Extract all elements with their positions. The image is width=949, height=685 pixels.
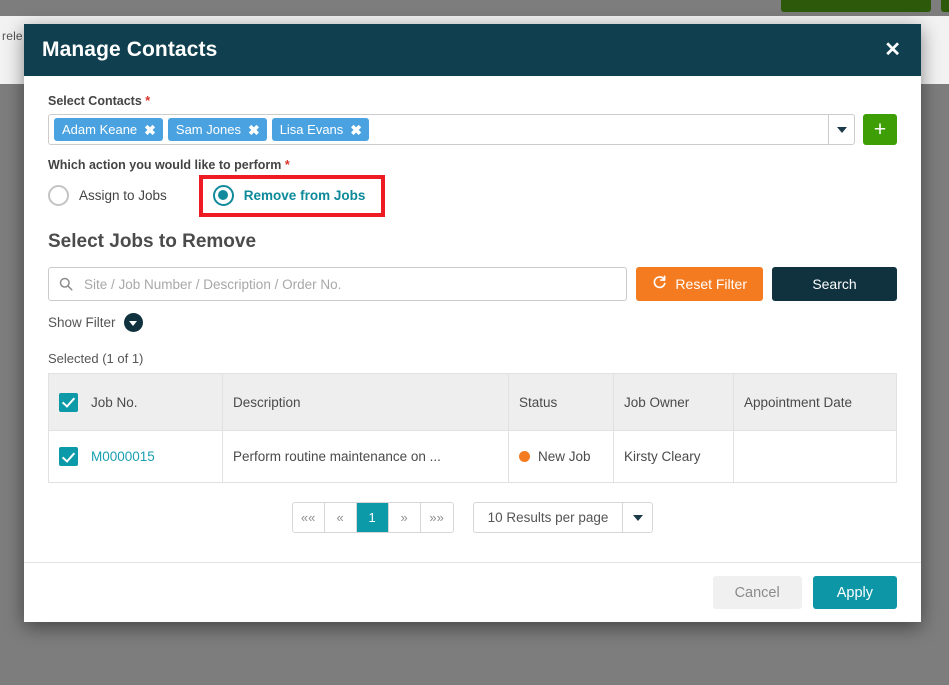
status-dot-icon: [519, 451, 530, 462]
column-description: Description: [222, 373, 509, 431]
jobs-table-body: M0000015 Perform routine maintenance on …: [48, 430, 897, 483]
action-radio-group: Assign to Jobs Remove from Jobs: [48, 175, 897, 217]
show-filter-toggle[interactable]: Show Filter: [48, 313, 143, 332]
column-job-no-label: Job No.: [91, 394, 138, 410]
background-green-button-secondary: [941, 0, 949, 12]
contact-tag[interactable]: Sam Jones ✖: [167, 118, 267, 141]
cell-description: Perform routine maintenance on ...: [222, 430, 509, 483]
jobs-table-header: Job No. Description Status Job Owner App…: [48, 373, 897, 431]
background-green-button: [781, 0, 931, 12]
column-appointment-date: Appointment Date: [733, 373, 897, 431]
table-row[interactable]: M0000015 Perform routine maintenance on …: [48, 430, 897, 483]
contact-tag-label: Adam Keane: [62, 122, 138, 137]
radio-checked-icon: [212, 184, 234, 206]
show-filter-label: Show Filter: [48, 315, 116, 330]
table-header-row: Job No. Description Status Job Owner App…: [48, 373, 897, 431]
results-per-page-label: 10 Results per page: [487, 510, 609, 525]
remove-contact-icon[interactable]: ✖: [144, 123, 156, 137]
select-contacts-row: Adam Keane ✖ Sam Jones ✖ Lisa Evans ✖ +: [48, 114, 897, 145]
jobs-search-field[interactable]: [48, 267, 628, 301]
status-badge: New Job: [538, 449, 591, 464]
required-asterisk: *: [145, 94, 151, 108]
select-contacts-label-text: Select Contacts: [48, 94, 142, 108]
cell-status: New Job: [508, 430, 614, 483]
add-contact-button[interactable]: +: [863, 114, 897, 145]
refresh-icon: [652, 275, 667, 293]
dialog-header: Manage Contacts ✕: [24, 24, 921, 76]
action-question-label: Which action you would like to perform *: [48, 158, 897, 172]
reset-filter-button[interactable]: Reset Filter: [636, 267, 763, 301]
chevron-down-icon[interactable]: [123, 313, 143, 332]
remove-contact-icon[interactable]: ✖: [248, 123, 260, 137]
contact-tag-label: Sam Jones: [175, 122, 241, 137]
pagination-controls: «« « 1 » »»: [291, 502, 454, 533]
dialog-footer: Cancel Apply: [24, 562, 921, 622]
results-per-page-select[interactable]: 10 Results per page: [472, 502, 654, 533]
manage-contacts-dialog: Manage Contacts ✕ Select Contacts * Adam…: [24, 24, 921, 622]
pagination-next-button[interactable]: »: [388, 503, 421, 532]
close-icon[interactable]: ✕: [880, 38, 905, 62]
cancel-button[interactable]: Cancel: [712, 576, 802, 609]
chevron-down-icon[interactable]: [622, 503, 652, 532]
cell-job-owner: Kirsty Cleary: [613, 430, 734, 483]
select-all-checkbox[interactable]: [59, 392, 78, 412]
search-icon: [59, 277, 73, 291]
radio-remove-from-jobs-label: Remove from Jobs: [243, 187, 366, 203]
pagination-first-button[interactable]: ««: [292, 503, 325, 532]
search-input[interactable]: [82, 275, 617, 293]
chevron-down-icon[interactable]: [828, 115, 854, 144]
contact-tag[interactable]: Adam Keane ✖: [54, 118, 163, 141]
apply-button[interactable]: Apply: [812, 576, 897, 609]
remove-contact-icon[interactable]: ✖: [350, 123, 362, 137]
row-checkbox[interactable]: [59, 447, 78, 466]
pagination-row: «« « 1 » »» 10 Results per page: [48, 502, 897, 533]
select-contacts-label: Select Contacts *: [48, 94, 897, 108]
cell-job-no: M0000015: [48, 430, 223, 483]
contact-tag[interactable]: Lisa Evans ✖: [271, 118, 370, 141]
column-job-no: Job No.: [48, 373, 223, 431]
pagination-last-button[interactable]: »»: [420, 503, 453, 532]
contact-tag-label: Lisa Evans: [279, 122, 344, 137]
radio-remove-from-jobs[interactable]: Remove from Jobs: [212, 184, 366, 206]
radio-assign-to-jobs-label: Assign to Jobs: [79, 187, 167, 203]
jobs-table: Job No. Description Status Job Owner App…: [48, 373, 897, 483]
dialog-body: Select Contacts * Adam Keane ✖ Sam Jones…: [24, 76, 921, 562]
column-job-owner: Job Owner: [613, 373, 734, 431]
radio-assign-to-jobs[interactable]: Assign to Jobs: [48, 184, 167, 206]
cell-appointment-date: [733, 430, 897, 483]
pagination-page-1[interactable]: 1: [356, 503, 389, 532]
column-status: Status: [508, 373, 614, 431]
jobs-section-title: Select Jobs to Remove: [48, 231, 257, 252]
background-text-fragment: rele: [2, 29, 23, 43]
reset-filter-label: Reset Filter: [675, 276, 747, 292]
action-question-text: Which action you would like to perform: [48, 158, 282, 172]
pagination-prev-button[interactable]: «: [324, 503, 357, 532]
search-button[interactable]: Search: [772, 267, 897, 301]
select-contacts-input[interactable]: Adam Keane ✖ Sam Jones ✖ Lisa Evans ✖: [48, 114, 855, 145]
required-asterisk: *: [284, 158, 290, 172]
selected-count-label: Selected (1 of 1): [48, 351, 144, 366]
radio-unchecked-icon: [48, 184, 69, 206]
jobs-search-row: Reset Filter Search: [48, 267, 897, 301]
dialog-title: Manage Contacts: [42, 38, 218, 61]
job-no-link[interactable]: M0000015: [91, 449, 155, 464]
